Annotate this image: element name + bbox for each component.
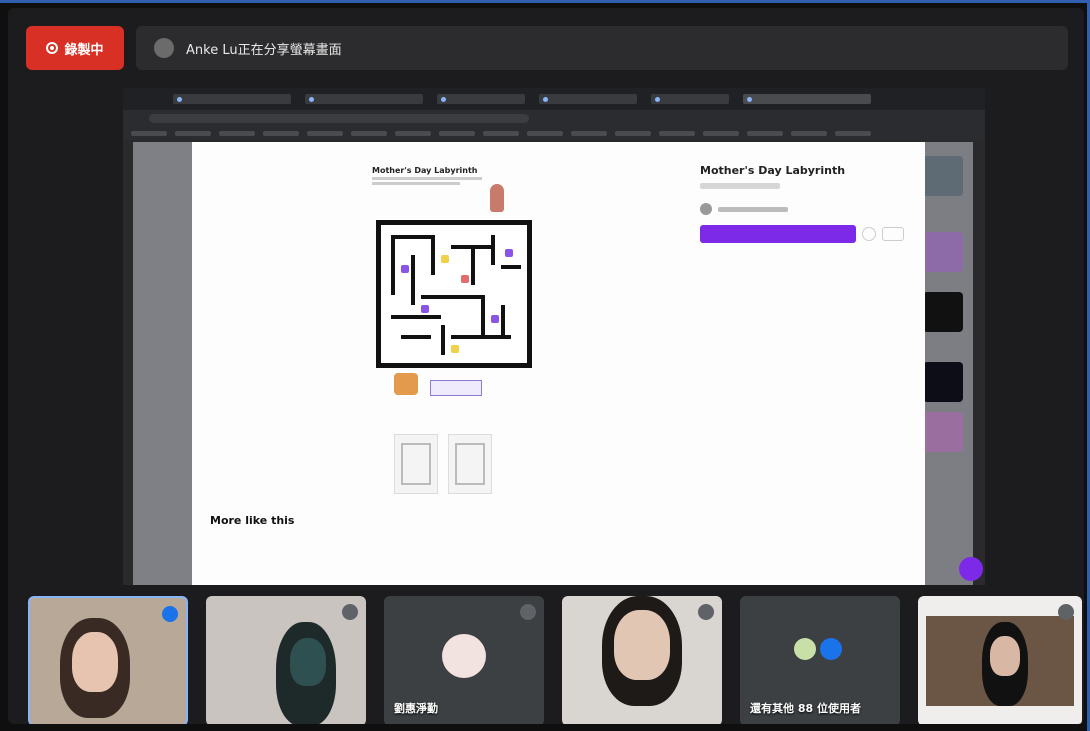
template-thumbnail[interactable] xyxy=(923,292,963,332)
present-screen-icon xyxy=(154,38,174,58)
others-count-label: 還有其他 88 位使用者 xyxy=(750,702,861,715)
template-author[interactable] xyxy=(700,203,910,215)
mic-off-icon xyxy=(342,604,358,620)
template-thumbnail[interactable] xyxy=(923,156,963,196)
recording-indicator[interactable]: 錄製中 xyxy=(26,26,124,70)
window-top-border xyxy=(0,0,1090,3)
basket-illustration xyxy=(394,373,418,395)
participant-strip: 劉惠淨勤 還有其他 88 位使用者 xyxy=(28,596,1082,724)
mic-off-icon xyxy=(520,604,536,620)
mic-off-icon xyxy=(1058,604,1074,620)
participant-avatar xyxy=(794,638,816,660)
participant-avatar xyxy=(820,638,842,660)
page-preview-thumbnail[interactable] xyxy=(448,434,492,494)
author-name xyxy=(718,206,788,212)
template-thumbnail[interactable] xyxy=(923,412,963,452)
browser-tab[interactable] xyxy=(173,94,291,104)
sticker-badge xyxy=(430,380,482,396)
participant-name: 劉惠淨勤 xyxy=(394,702,438,715)
favorite-icon[interactable] xyxy=(862,227,876,241)
participant-tile[interactable] xyxy=(918,596,1082,724)
customize-template-button[interactable] xyxy=(700,225,856,243)
address-bar xyxy=(123,110,985,126)
maze-instructions xyxy=(372,177,482,185)
browser-tab[interactable] xyxy=(651,94,729,104)
presenting-text: Anke Lu正在分享螢幕畫面 xyxy=(186,42,342,58)
record-icon xyxy=(46,42,59,54)
participant-avatar xyxy=(442,634,486,678)
author-avatar xyxy=(700,203,712,215)
browser-tab-strip xyxy=(123,88,985,110)
meeting-window: 錄製中 Anke Lu正在分享螢幕畫面 Mother's Day Labyrin… xyxy=(8,8,1084,724)
maze-grid xyxy=(376,220,532,368)
mic-off-icon xyxy=(698,604,714,620)
participant-tile[interactable]: 劉惠淨勤 xyxy=(384,596,544,724)
template-actions xyxy=(700,225,910,243)
girl-illustration xyxy=(490,184,504,212)
browser-tab[interactable] xyxy=(539,94,637,104)
template-info-panel: Mother's Day Labyrinth xyxy=(700,164,910,243)
help-icon[interactable] xyxy=(959,557,983,581)
shared-screen: Mother's Day Labyrinth More like this Mo… xyxy=(123,88,985,585)
participant-tile[interactable] xyxy=(28,596,188,724)
browser-tab[interactable] xyxy=(437,94,525,104)
left-panel xyxy=(133,142,193,585)
page-preview-thumbnail[interactable] xyxy=(394,434,438,494)
template-preview-modal: Mother's Day Labyrinth More like this Mo… xyxy=(192,142,925,585)
more-options-button[interactable] xyxy=(882,227,904,241)
browser-tab-active[interactable] xyxy=(743,94,871,104)
participant-tile[interactable]: 還有其他 88 位使用者 xyxy=(740,596,900,724)
template-meta xyxy=(700,183,780,189)
template-thumbnail[interactable] xyxy=(923,362,963,402)
presentation-banner: Anke Lu正在分享螢幕畫面 xyxy=(136,26,1068,70)
participant-tile[interactable] xyxy=(206,596,366,724)
template-thumbnail[interactable] xyxy=(923,232,963,272)
bookmarks-bar xyxy=(123,126,985,140)
page-previews xyxy=(394,434,492,494)
more-like-this-heading: More like this xyxy=(210,514,295,527)
speaking-icon xyxy=(162,606,178,622)
browser-tab[interactable] xyxy=(305,94,423,104)
top-bar: 錄製中 Anke Lu正在分享螢幕畫面 xyxy=(26,26,1068,70)
maze-worksheet: Mother's Day Labyrinth xyxy=(372,166,542,406)
participant-tile[interactable] xyxy=(562,596,722,724)
url-field[interactable] xyxy=(149,113,529,123)
maze-title: Mother's Day Labyrinth xyxy=(372,166,478,175)
template-title: Mother's Day Labyrinth xyxy=(700,164,846,177)
recording-label: 錄製中 xyxy=(64,42,104,58)
